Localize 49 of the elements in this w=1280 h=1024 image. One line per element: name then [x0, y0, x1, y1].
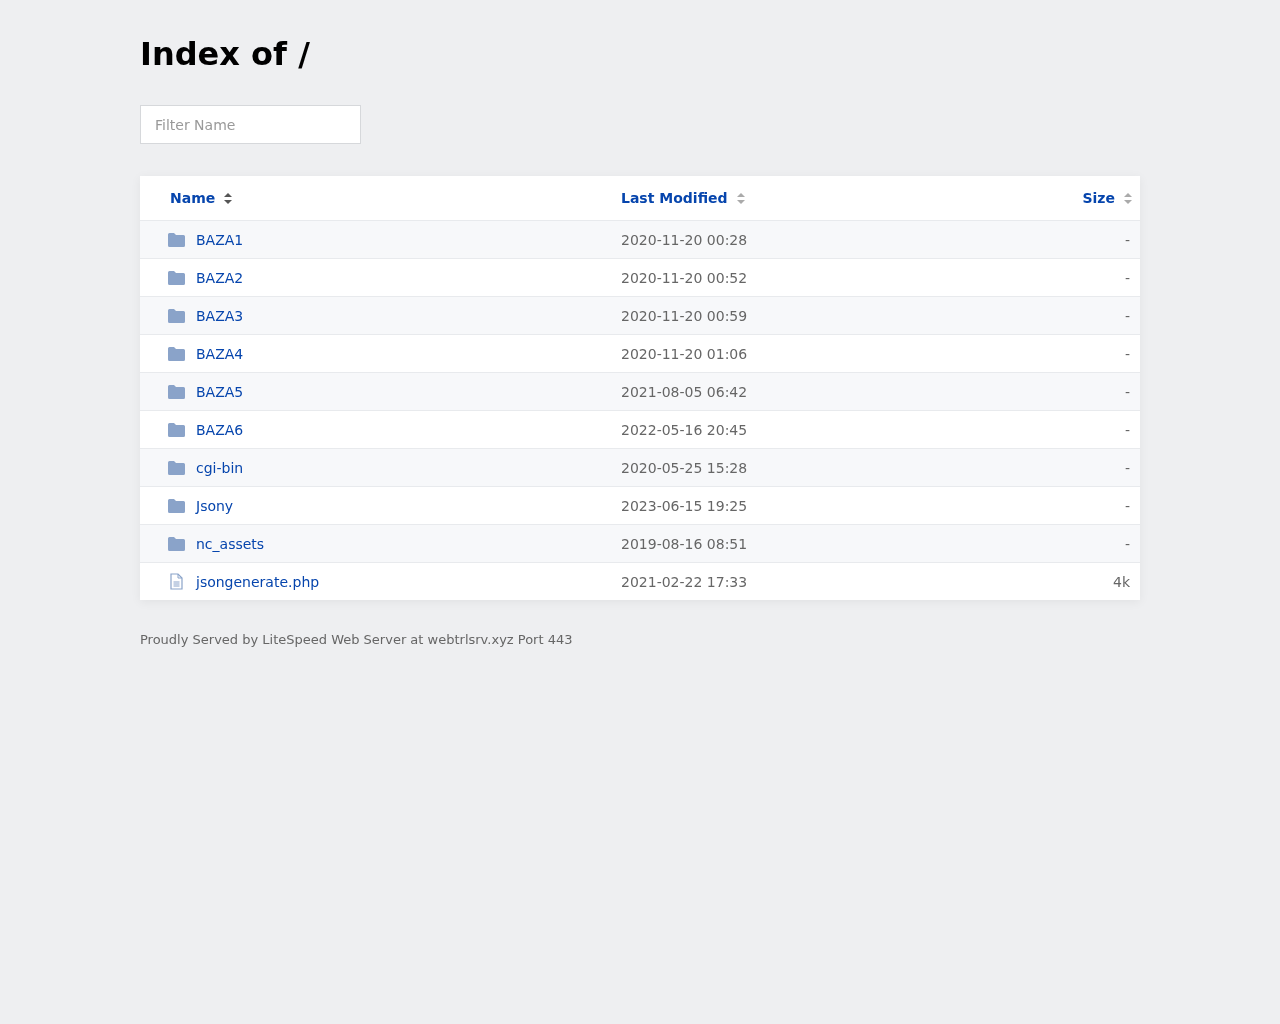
sort-icon — [736, 192, 745, 204]
file-link[interactable]: BAZA2 — [196, 269, 244, 286]
size-cell: - — [1124, 459, 1130, 476]
modified-cell: 2021-08-05 06:42 — [621, 383, 748, 400]
filter-field[interactable]: Filter Name — [140, 105, 361, 144]
modified-cell: 2020-11-20 00:52 — [621, 269, 748, 286]
modified-cell: 2019-08-16 08:51 — [621, 535, 748, 552]
size-cell: - — [1124, 535, 1130, 552]
file-link[interactable]: Jsony — [196, 497, 234, 514]
file-link[interactable]: jsongenerate.php — [196, 573, 320, 590]
server-footer: Proudly Served by LiteSpeed Web Server at webtrlsrv.xyz Port 443 — [140, 632, 1140, 647]
file-link[interactable]: nc_assets — [196, 535, 265, 552]
folder-icon — [168, 498, 185, 513]
folder-icon — [168, 346, 185, 361]
size-cell: - — [1124, 269, 1130, 286]
folder-icon — [168, 270, 185, 285]
folder-icon — [168, 460, 185, 475]
page-title: Index of / — [140, 34, 311, 74]
modified-cell: 2020-11-20 01:06 — [621, 345, 748, 362]
folder-icon — [168, 308, 185, 323]
size-cell: - — [1124, 421, 1130, 438]
modified-cell: 2020-11-20 00:28 — [621, 231, 748, 248]
folder-icon — [168, 232, 185, 247]
file-link[interactable]: BAZA3 — [196, 307, 244, 324]
modified-cell: 2020-11-20 00:59 — [621, 307, 748, 324]
column-header[interactable]: Size — [1082, 190, 1132, 206]
modified-cell: 2020-05-25 15:28 — [621, 459, 748, 476]
size-cell: 4k — [1113, 573, 1130, 590]
folder-icon — [168, 422, 185, 437]
modified-cell: 2021-02-22 17:33 — [621, 573, 748, 590]
size-cell: - — [1124, 345, 1130, 362]
file-link[interactable]: BAZA5 — [196, 383, 244, 400]
size-cell: - — [1124, 497, 1130, 514]
size-cell: - — [1124, 383, 1130, 400]
file-link[interactable]: BAZA4 — [196, 345, 244, 362]
size-cell: - — [1124, 231, 1130, 248]
folder-icon — [168, 384, 185, 399]
document-icon — [168, 573, 185, 590]
column-header[interactable]: Name — [170, 190, 233, 206]
file-link[interactable]: BAZA1 — [196, 231, 244, 248]
modified-cell: 2022-05-16 20:45 — [621, 421, 748, 438]
column-header[interactable]: Last Modified — [621, 190, 745, 206]
sort-icon — [224, 192, 233, 204]
file-link[interactable]: BAZA6 — [196, 421, 244, 438]
sort-icon — [1124, 192, 1132, 204]
modified-cell: 2023-06-15 19:25 — [621, 497, 748, 514]
size-cell: - — [1124, 307, 1130, 324]
folder-icon — [168, 536, 185, 551]
file-link[interactable]: cgi-bin — [196, 459, 244, 476]
